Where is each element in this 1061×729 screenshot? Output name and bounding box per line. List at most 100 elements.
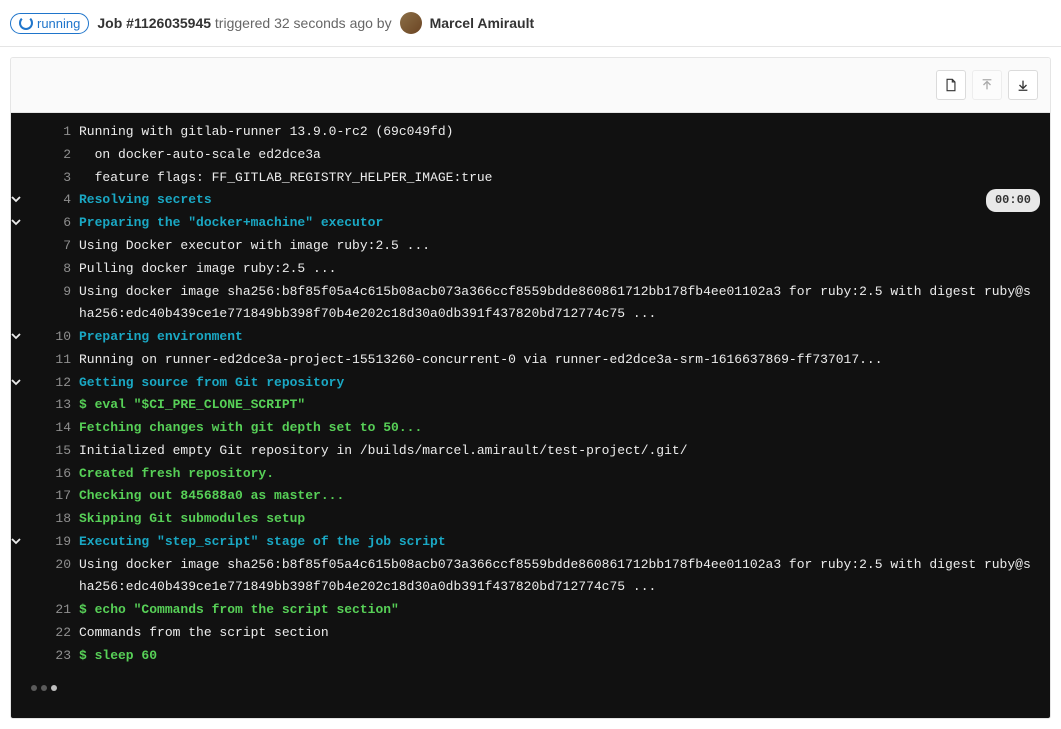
section-toggle-icon — [11, 599, 47, 604]
line-text: Resolving secrets — [79, 189, 986, 212]
line-text: Commands from the script section — [79, 622, 1050, 645]
section-toggle-icon — [11, 235, 47, 240]
log-line: 13$ eval "$CI_PRE_CLONE_SCRIPT" — [11, 394, 1050, 417]
section-toggle-icon — [11, 554, 47, 559]
line-number[interactable]: 18 — [47, 508, 79, 531]
section-toggle-icon[interactable] — [11, 189, 47, 204]
line-number[interactable]: 13 — [47, 394, 79, 417]
line-number[interactable]: 12 — [47, 372, 79, 395]
line-number[interactable]: 22 — [47, 622, 79, 645]
section-toggle-icon — [11, 258, 47, 263]
line-text: Checking out 845688a0 as master... — [79, 485, 1050, 508]
log-line: 22Commands from the script section — [11, 622, 1050, 645]
line-text: Getting source from Git repository — [79, 372, 1050, 395]
log-line: 20Using docker image sha256:b8f85f05a4c6… — [11, 554, 1050, 600]
line-number[interactable]: 6 — [47, 212, 79, 235]
log-line: 2 on docker-auto-scale ed2dce3a — [11, 144, 1050, 167]
line-text: feature flags: FF_GITLAB_REGISTRY_HELPER… — [79, 167, 1050, 190]
line-text: Fetching changes with git depth set to 5… — [79, 417, 1050, 440]
line-text: on docker-auto-scale ed2dce3a — [79, 144, 1050, 167]
line-number[interactable]: 19 — [47, 531, 79, 554]
arrow-up-icon — [980, 78, 994, 92]
line-number[interactable]: 4 — [47, 189, 79, 212]
arrow-down-icon — [1016, 78, 1030, 92]
log-line: 8Pulling docker image ruby:2.5 ... — [11, 258, 1050, 281]
log-toolbar — [11, 58, 1050, 113]
line-text: Preparing the "docker+machine" executor — [79, 212, 1050, 235]
section-toggle-icon — [11, 281, 47, 286]
line-text: Using Docker executor with image ruby:2.… — [79, 235, 1050, 258]
line-text: $ echo "Commands from the script section… — [79, 599, 1050, 622]
section-toggle-icon[interactable] — [11, 212, 47, 227]
line-text: Preparing environment — [79, 326, 1050, 349]
line-number[interactable]: 8 — [47, 258, 79, 281]
log-line: 12Getting source from Git repository — [11, 372, 1050, 395]
user-link[interactable]: Marcel Amirault — [430, 15, 535, 31]
section-toggle-icon — [11, 463, 47, 468]
line-text: $ sleep 60 — [79, 645, 1050, 668]
line-text: Using docker image sha256:b8f85f05a4c615… — [79, 281, 1050, 327]
log-line: 21$ echo "Commands from the script secti… — [11, 599, 1050, 622]
log-line: 23$ sleep 60 — [11, 645, 1050, 668]
job-header: running Job #1126035945 triggered 32 sec… — [0, 0, 1061, 47]
raw-log-button[interactable] — [936, 70, 966, 100]
log-line: 19Executing "step_script" stage of the j… — [11, 531, 1050, 554]
section-toggle-icon — [11, 440, 47, 445]
section-toggle-icon — [11, 394, 47, 399]
section-duration: 00:00 — [986, 189, 1040, 212]
line-number[interactable]: 7 — [47, 235, 79, 258]
section-toggle-icon[interactable] — [11, 531, 47, 546]
line-number[interactable]: 9 — [47, 281, 79, 304]
line-text: Pulling docker image ruby:2.5 ... — [79, 258, 1050, 281]
log-line: 10Preparing environment — [11, 326, 1050, 349]
line-number[interactable]: 21 — [47, 599, 79, 622]
log-line: 15Initialized empty Git repository in /b… — [11, 440, 1050, 463]
section-toggle-icon[interactable] — [11, 372, 47, 387]
line-number[interactable]: 14 — [47, 417, 79, 440]
loading-dots — [11, 667, 1050, 700]
section-toggle-icon[interactable] — [11, 326, 47, 341]
log-line: 11Running on runner-ed2dce3a-project-155… — [11, 349, 1050, 372]
dot-icon — [51, 685, 57, 691]
line-number[interactable]: 15 — [47, 440, 79, 463]
line-number[interactable]: 11 — [47, 349, 79, 372]
log-line: 1Running with gitlab-runner 13.9.0-rc2 (… — [11, 121, 1050, 144]
log-line: 17Checking out 845688a0 as master... — [11, 485, 1050, 508]
section-toggle-icon — [11, 485, 47, 490]
job-title-line: Job #1126035945 triggered 32 seconds ago… — [97, 15, 391, 31]
log-line: 4Resolving secrets00:00 — [11, 189, 1050, 212]
log-line: 14Fetching changes with git depth set to… — [11, 417, 1050, 440]
avatar[interactable] — [400, 12, 422, 34]
section-toggle-icon — [11, 121, 47, 126]
dot-icon — [41, 685, 47, 691]
line-number[interactable]: 20 — [47, 554, 79, 577]
section-toggle-icon — [11, 144, 47, 149]
line-number[interactable]: 23 — [47, 645, 79, 668]
status-badge: running — [10, 13, 89, 34]
line-text: Running with gitlab-runner 13.9.0-rc2 (6… — [79, 121, 1050, 144]
line-text: Using docker image sha256:b8f85f05a4c615… — [79, 554, 1050, 600]
line-text: Skipping Git submodules setup — [79, 508, 1050, 531]
section-toggle-icon — [11, 645, 47, 650]
line-number[interactable]: 17 — [47, 485, 79, 508]
section-toggle-icon — [11, 508, 47, 513]
log-line: 7Using Docker executor with image ruby:2… — [11, 235, 1050, 258]
log-panel: 1Running with gitlab-runner 13.9.0-rc2 (… — [10, 57, 1051, 719]
line-text: Initialized empty Git repository in /bui… — [79, 440, 1050, 463]
scroll-top-button[interactable] — [972, 70, 1002, 100]
log-line: 16Created fresh repository. — [11, 463, 1050, 486]
line-number[interactable]: 2 — [47, 144, 79, 167]
line-number[interactable]: 1 — [47, 121, 79, 144]
line-number[interactable]: 3 — [47, 167, 79, 190]
job-label: Job #1126035945 — [97, 15, 211, 31]
section-toggle-icon — [11, 622, 47, 627]
section-toggle-icon — [11, 417, 47, 422]
line-text: Running on runner-ed2dce3a-project-15513… — [79, 349, 1050, 372]
log-line: 3 feature flags: FF_GITLAB_REGISTRY_HELP… — [11, 167, 1050, 190]
log-line: 9Using docker image sha256:b8f85f05a4c61… — [11, 281, 1050, 327]
scroll-bottom-button[interactable] — [1008, 70, 1038, 100]
line-number[interactable]: 10 — [47, 326, 79, 349]
line-text: Executing "step_script" stage of the job… — [79, 531, 1050, 554]
line-number[interactable]: 16 — [47, 463, 79, 486]
log-line: 6Preparing the "docker+machine" executor — [11, 212, 1050, 235]
